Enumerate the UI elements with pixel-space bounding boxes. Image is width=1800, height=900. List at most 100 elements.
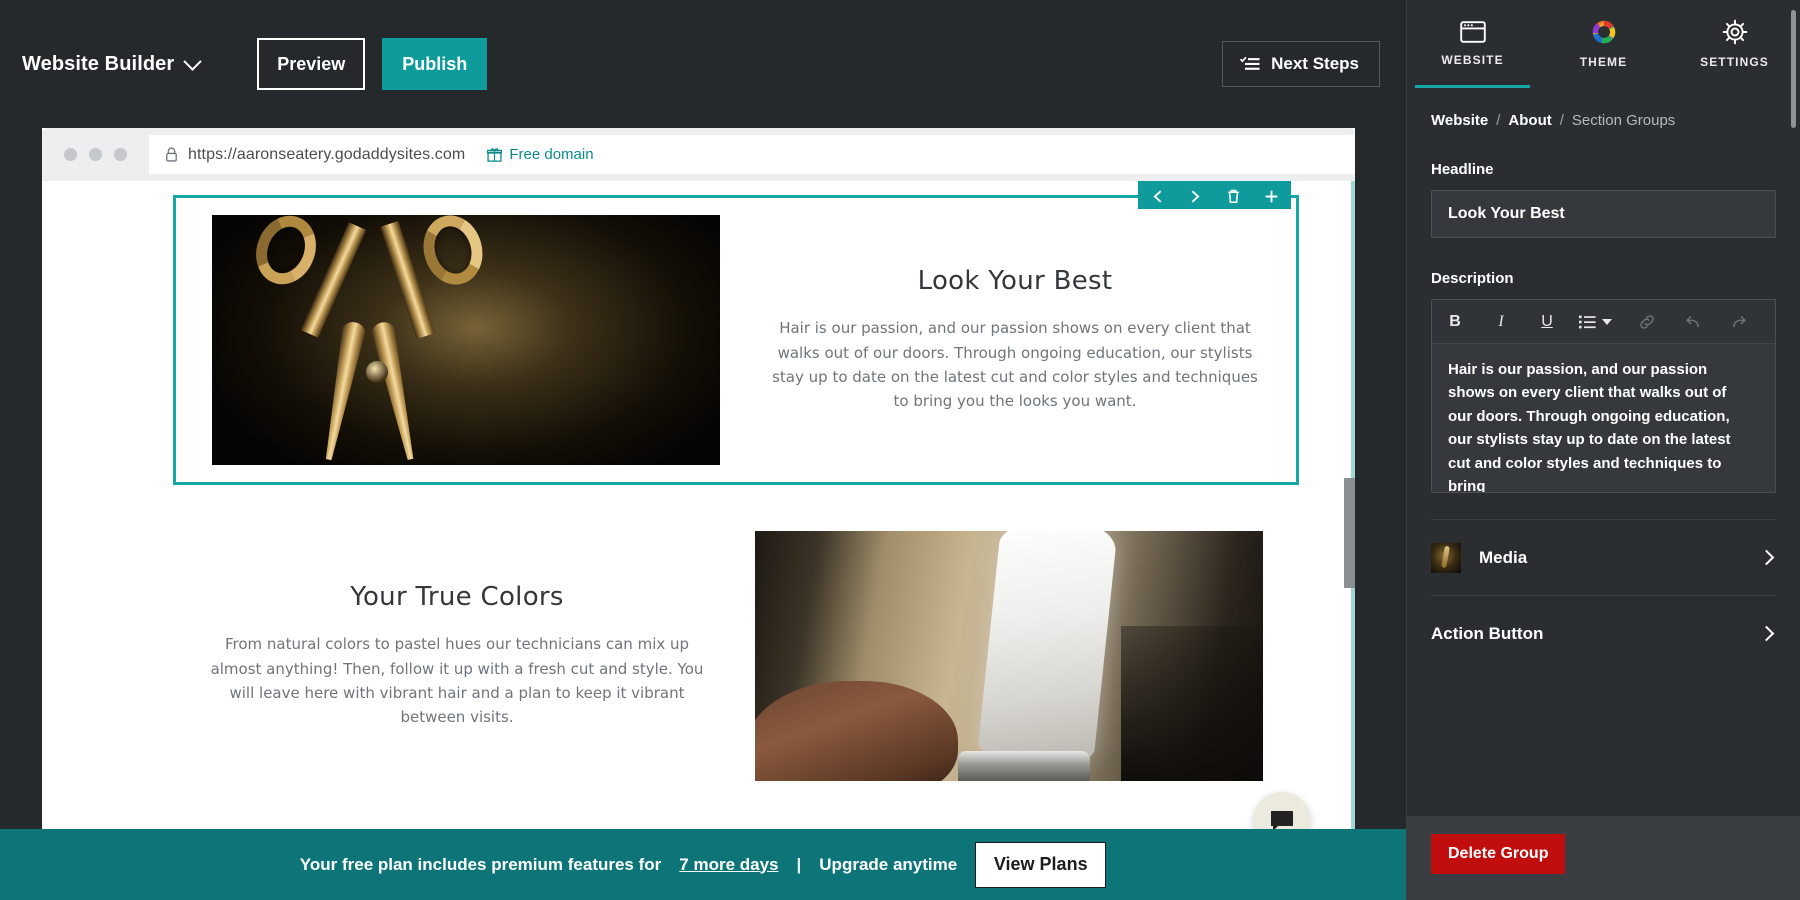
- breadcrumb-separator-1: /: [1496, 112, 1501, 129]
- builder-region: Website Builder Preview Publish Next Ste…: [0, 0, 1406, 900]
- browser-window-icon: [1459, 21, 1486, 43]
- row-media[interactable]: Media: [1431, 519, 1776, 595]
- top-toolbar: Website Builder Preview Publish Next Ste…: [0, 0, 1406, 128]
- section-one-copy: Look Your Best Hair is our passion, and …: [720, 266, 1296, 413]
- salon-hand: [755, 681, 959, 781]
- editor-side-panel: WEBSITE THEME SETTINGS Website / About /…: [1406, 0, 1800, 900]
- underline-button[interactable]: U: [1524, 300, 1570, 344]
- list-dropdown-caret-icon[interactable]: [1602, 318, 1612, 325]
- undo-button[interactable]: [1670, 300, 1716, 344]
- rte-toolbar: B I U: [1432, 300, 1775, 344]
- salon-cup: [958, 751, 1091, 781]
- salon-shadow: [1120, 626, 1263, 781]
- next-steps-label: Next Steps: [1271, 54, 1359, 73]
- scissors-ring-left: [246, 215, 326, 294]
- italic-button[interactable]: I: [1478, 300, 1524, 344]
- breadcrumb-website[interactable]: Website: [1431, 112, 1488, 129]
- canvas-scrollbar-thumb[interactable]: [1344, 478, 1355, 588]
- tab-settings-label: SETTINGS: [1700, 55, 1769, 69]
- section-two-heading: Your True Colors: [350, 582, 564, 613]
- section-one-body: Hair is our passion, and our passion sho…: [772, 319, 1258, 411]
- link-icon: [1640, 314, 1654, 329]
- scissors-ring-right: [415, 215, 491, 292]
- site-canvas[interactable]: Look Your Best Hair is our passion, and …: [42, 181, 1355, 900]
- link-button[interactable]: [1624, 300, 1670, 344]
- website-builder-app: Website Builder Preview Publish Next Ste…: [0, 0, 1800, 900]
- headline-label: Headline: [1431, 161, 1494, 178]
- row-action-button[interactable]: Action Button: [1431, 595, 1776, 671]
- chevron-right-icon: [1758, 549, 1775, 566]
- section-two-copy: Your True Colors From natural colors to …: [173, 582, 755, 729]
- lock-icon: [166, 147, 177, 162]
- free-domain-link[interactable]: Free domain: [487, 146, 594, 163]
- tab-settings[interactable]: SETTINGS: [1669, 0, 1800, 88]
- section-two-body: From natural colors to pastel hues our t…: [210, 635, 704, 727]
- section-your-true-colors[interactable]: Your True Colors From natural colors to …: [173, 511, 1299, 801]
- description-text[interactable]: Hair is our passion, and our passion sho…: [1432, 344, 1775, 492]
- undo-icon: [1686, 315, 1699, 327]
- free-domain-label: Free domain: [509, 146, 594, 163]
- promo-text-before: Your free plan includes premium features…: [299, 854, 662, 874]
- scissors-blade-left: [317, 320, 367, 462]
- address-bar[interactable]: https://aaronseatery.godaddysites.com Fr…: [149, 135, 1355, 174]
- view-plans-button[interactable]: View Plans: [975, 841, 1107, 888]
- move-down-icon[interactable]: [1187, 188, 1204, 205]
- brand-label: Website Builder: [22, 52, 175, 75]
- tab-website[interactable]: WEBSITE: [1407, 0, 1538, 88]
- scissors-pivot: [366, 361, 388, 383]
- panel-fields: Headline Description B I U: [1407, 10, 1800, 816]
- tab-theme[interactable]: THEME: [1538, 0, 1669, 88]
- trash-icon[interactable]: [1225, 188, 1242, 205]
- headline-input[interactable]: [1431, 190, 1776, 238]
- description-rich-text-editor: B I U Hair is our passion, and our passi…: [1431, 10, 1796, 493]
- chevron-right-icon: [1758, 625, 1775, 642]
- breadcrumb-current: Section Groups: [1571, 112, 1676, 129]
- preview-button[interactable]: Preview: [257, 38, 366, 90]
- media-thumbnail: [1431, 542, 1461, 573]
- breadcrumb: Website / About / Section Groups: [1407, 88, 1800, 129]
- breadcrumb-about[interactable]: About: [1508, 112, 1551, 129]
- color-wheel-icon: [1592, 20, 1615, 44]
- redo-icon: [1733, 315, 1746, 327]
- promo-separator: |: [796, 854, 802, 874]
- tab-website-label: WEBSITE: [1441, 53, 1504, 67]
- window-dots: [64, 148, 127, 161]
- section-action-toolbar[interactable]: [1138, 181, 1291, 209]
- gear-icon: [1722, 19, 1747, 45]
- scissors-photo[interactable]: [212, 215, 720, 465]
- window-dot-maximize-icon: [114, 148, 127, 161]
- list-button[interactable]: [1570, 300, 1604, 344]
- bold-button[interactable]: B: [1432, 300, 1478, 344]
- row-action-button-label: Action Button: [1431, 623, 1544, 643]
- salon-towel: [976, 531, 1118, 763]
- checklist-icon: [1240, 56, 1260, 70]
- move-up-icon[interactable]: [1149, 188, 1166, 205]
- free-plan-promo-banner: Your free plan includes premium features…: [0, 829, 1406, 900]
- browser-chrome-bar: https://aaronseatery.godaddysites.com Fr…: [42, 128, 1355, 181]
- section-look-your-best[interactable]: Look Your Best Hair is our passion, and …: [173, 195, 1299, 485]
- add-section-icon[interactable]: [1263, 188, 1280, 205]
- bullet-list-icon: [1578, 315, 1596, 328]
- next-steps-button[interactable]: Next Steps: [1222, 41, 1380, 87]
- breadcrumb-separator-2: /: [1559, 112, 1564, 129]
- brand-menu[interactable]: Website Builder: [22, 51, 202, 76]
- delete-group-button[interactable]: Delete Group: [1431, 834, 1566, 874]
- window-dot-minimize-icon: [89, 148, 102, 161]
- promo-text-after: Upgrade anytime: [819, 854, 958, 874]
- url-text: https://aaronseatery.godaddysites.com: [188, 145, 466, 163]
- site-preview-browser: https://aaronseatery.godaddysites.com Fr…: [42, 128, 1355, 900]
- row-media-label: Media: [1479, 547, 1528, 567]
- gift-icon: [487, 148, 503, 162]
- panel-footer: Delete Group: [1407, 816, 1800, 900]
- salon-photo[interactable]: [755, 531, 1263, 781]
- redo-button[interactable]: [1716, 300, 1762, 344]
- promo-days-link[interactable]: 7 more days: [679, 855, 778, 875]
- section-one-heading: Look Your Best: [917, 266, 1113, 297]
- description-label: Description: [1431, 270, 1514, 287]
- scissors-blade-right: [370, 320, 423, 462]
- chevron-down-icon: [183, 51, 202, 71]
- publish-button[interactable]: Publish: [382, 38, 488, 90]
- tab-theme-label: THEME: [1579, 55, 1628, 69]
- panel-tab-bar: WEBSITE THEME SETTINGS: [1407, 0, 1800, 88]
- window-dot-close-icon: [64, 148, 77, 161]
